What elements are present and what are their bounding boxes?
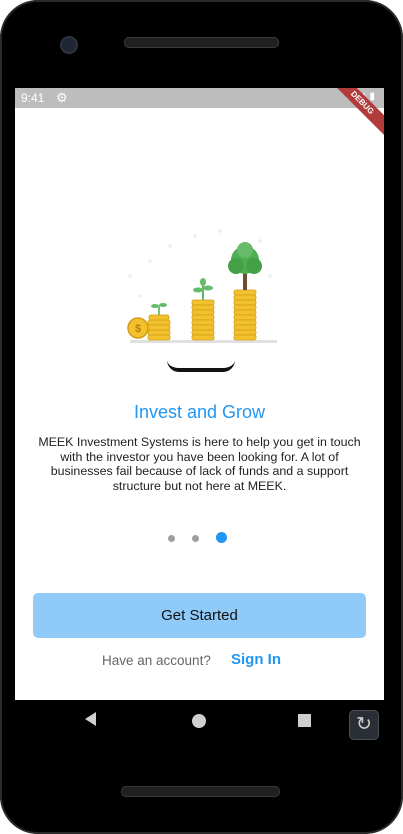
- bottom-speaker: [121, 786, 280, 797]
- recent-apps-square-icon[interactable]: [298, 714, 311, 727]
- coin-stack-medium: [191, 299, 215, 341]
- sign-in-link[interactable]: Sign In: [231, 651, 281, 668]
- svg-text:$: $: [135, 323, 141, 335]
- have-account-label: Have an account?: [102, 653, 211, 668]
- rotate-icon[interactable]: ↻: [349, 710, 379, 740]
- onboarding-title: Invest and Grow: [133, 402, 266, 422]
- shelf: [130, 340, 277, 343]
- coin-stack-large: [233, 289, 257, 341]
- coin-stack-small: [147, 314, 171, 341]
- gear-icon: ⚙: [56, 90, 68, 105]
- illustration-shadow-arc: [167, 360, 235, 372]
- onboarding-description: MEEK Investment Systems is here to help …: [38, 435, 361, 493]
- get-started-button[interactable]: Get Started: [33, 593, 366, 638]
- status-time: 9:41: [21, 91, 45, 105]
- home-circle-icon[interactable]: [192, 714, 206, 728]
- page-indicator: [168, 532, 238, 544]
- android-nav-bar: [15, 700, 384, 745]
- tree-trunk: [243, 272, 247, 290]
- page-dot-2[interactable]: [192, 535, 199, 542]
- page-dot-3-active[interactable]: [216, 532, 227, 543]
- page-dot-1[interactable]: [168, 535, 175, 542]
- phone-frame: 9:41 ⚙ ▼ ◢ ▮ DEBUG $: [0, 0, 403, 834]
- app-screen: 9:41 ⚙ ▼ ◢ ▮ DEBUG $: [15, 88, 384, 700]
- status-bar: 9:41 ⚙ ▼ ◢ ▮ DEBUG: [15, 88, 384, 140]
- front-camera: [60, 36, 78, 54]
- back-triangle-icon[interactable]: [85, 712, 96, 726]
- coins-growth-illustration: $: [127, 229, 277, 343]
- earpiece-speaker: [124, 37, 279, 48]
